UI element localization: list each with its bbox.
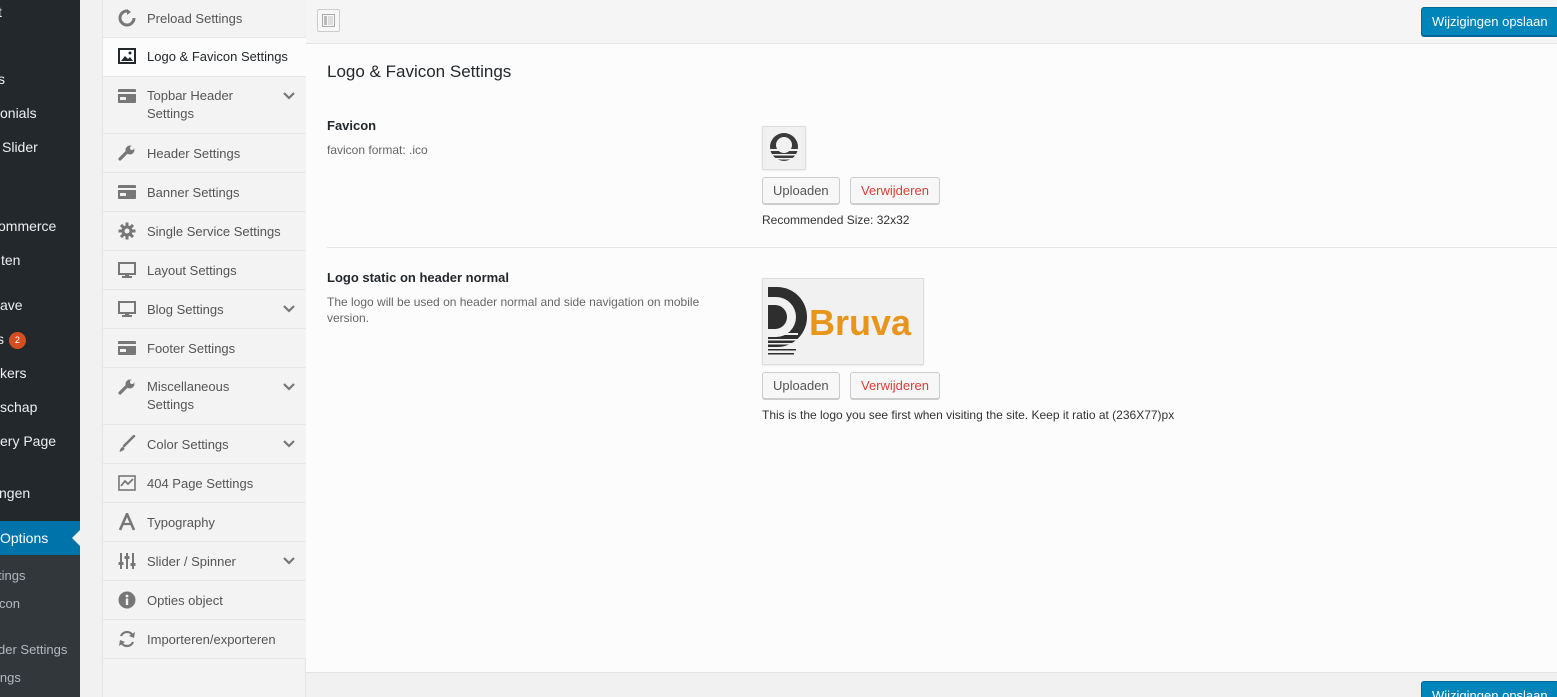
wp-menu-item-theme-options[interactable]: Options <box>0 521 80 555</box>
nav-item-preload-settings[interactable]: Preload Settings <box>103 0 306 38</box>
nav-item-typography[interactable]: Typography <box>103 503 306 542</box>
nav-item-logo-favicon-settings[interactable]: Logo & Favicon Settings <box>103 38 306 77</box>
card-icon <box>117 338 137 358</box>
favicon-field-title: Favicon <box>327 118 377 133</box>
logo-upload-button[interactable]: Uploaden <box>762 372 840 399</box>
current-arrow <box>72 530 80 546</box>
nav-item-header-settings[interactable]: Header Settings <box>103 134 306 173</box>
font-icon <box>117 512 137 532</box>
wp-menu-item[interactable]: ten <box>0 245 80 275</box>
nav-item-topbar-header-settings[interactable]: Topbar Header Settings <box>103 77 306 134</box>
card-icon <box>117 182 137 202</box>
logo-field-desc: The logo will be used on header normal a… <box>327 295 700 325</box>
favicon-field-desc: favicon format: .ico <box>327 143 428 157</box>
logo-preview: Bruva <box>762 278 924 365</box>
nav-item-color-settings[interactable]: Color Settings <box>103 425 306 464</box>
update-count-badge: 2 <box>8 331 26 349</box>
chevron-down-icon[interactable] <box>282 380 296 394</box>
section-title: Logo & Favicon Settings <box>327 62 512 81</box>
nav-item-blog-settings[interactable]: Blog Settings <box>103 290 306 329</box>
logo-ratio-note: This is the logo you see first when visi… <box>762 408 1175 422</box>
wp-menu-item[interactable]: ery Page <box>0 426 80 456</box>
favicon-upload-button[interactable]: Uploaden <box>762 177 840 204</box>
wrench-icon <box>117 377 137 397</box>
sync-icon <box>117 629 137 649</box>
logo-remove-button[interactable]: Verwijderen <box>850 372 940 399</box>
wp-submenu-item[interactable]: ings <box>0 666 80 690</box>
brush-icon <box>117 434 137 454</box>
nav-item-slider-spinner[interactable]: Slider / Spinner <box>103 542 306 581</box>
favicon-remove-button[interactable]: Verwijderen <box>850 177 940 204</box>
monitor-icon <box>117 299 137 319</box>
options-panel: Preload Settings Logo & Favicon Settings… <box>102 0 1557 697</box>
wrench-icon <box>117 143 137 163</box>
save-changes-button[interactable]: Wijzigingen opslaan <box>1421 7 1557 36</box>
chevron-down-icon[interactable] <box>282 302 296 316</box>
logo-image: Bruva <box>763 279 923 364</box>
nav-item-banner-settings[interactable]: Banner Settings <box>103 173 306 212</box>
wp-menu-item[interactable]: kers <box>0 358 80 388</box>
wp-submenu-item[interactable]: tings <box>0 564 80 588</box>
chevron-down-icon[interactable] <box>282 89 296 103</box>
card-icon <box>117 86 137 106</box>
options-content: Logo & Favicon Settings Favicon favicon … <box>306 45 1557 672</box>
nav-item-miscellaneous-settings[interactable]: Miscellaneous Settings <box>103 368 306 425</box>
logo-brand-text: Bruva <box>809 302 912 343</box>
logo-field-title: Logo static on header normal <box>327 270 510 285</box>
wp-menu-item[interactable]: ngen <box>0 478 80 508</box>
monitor-icon <box>117 260 137 280</box>
wp-menu-item[interactable]: ommerce <box>0 211 80 241</box>
wp-submenu-item[interactable]: der Settings <box>0 638 80 662</box>
nav-item-single-service-settings[interactable]: Single Service Settings <box>103 212 306 251</box>
favicon-preview <box>762 126 806 170</box>
layout-icon <box>322 14 335 27</box>
expand-options-toggle[interactable] <box>317 9 340 32</box>
wp-menu-item[interactable]: schap <box>0 392 80 422</box>
save-changes-button-bottom[interactable]: Wijzigingen opslaan <box>1421 681 1557 697</box>
info-icon <box>117 590 137 610</box>
chevron-down-icon[interactable] <box>282 437 296 451</box>
wp-menu-item[interactable]: t <box>0 0 80 27</box>
nav-item-layout-settings[interactable]: Layout Settings <box>103 251 306 290</box>
field-divider <box>327 247 1557 248</box>
options-nav: Preload Settings Logo & Favicon Settings… <box>103 0 306 697</box>
nav-item-importeren-exporteren[interactable]: Importeren/exporteren <box>103 620 306 659</box>
favicon-image <box>763 127 805 169</box>
wp-menu-item[interactable]: Slider <box>0 132 80 162</box>
image-icon <box>117 46 137 66</box>
gear-icon <box>117 221 137 241</box>
wp-menu-item[interactable]: ave <box>0 290 80 320</box>
wp-submenu-item[interactable]: con <box>0 592 80 616</box>
refresh-icon <box>117 8 137 28</box>
wp-menu-item[interactable]: s 2 <box>0 324 80 354</box>
nav-item-404-page-settings[interactable]: 404 Page Settings <box>103 464 306 503</box>
options-topbar: Wijzigingen opslaan <box>306 0 1557 44</box>
nav-item-opties-object[interactable]: Opties object <box>103 581 306 620</box>
options-bottombar: Wijzigingen opslaan <box>306 672 1557 697</box>
sliders-icon <box>117 551 137 571</box>
chevron-down-icon[interactable] <box>282 554 296 568</box>
favicon-size-note: Recommended Size: 32x32 <box>762 213 910 227</box>
wp-menu-item[interactable]: s <box>0 64 80 94</box>
wp-submenu: tings con der Settings ings <box>0 555 80 697</box>
chart-icon <box>117 473 137 493</box>
wp-admin-menu: t s onials Slider ommerce ten ave s 2 ke… <box>0 0 80 697</box>
wp-menu-item[interactable]: onials <box>0 98 80 128</box>
nav-item-footer-settings[interactable]: Footer Settings <box>103 329 306 368</box>
